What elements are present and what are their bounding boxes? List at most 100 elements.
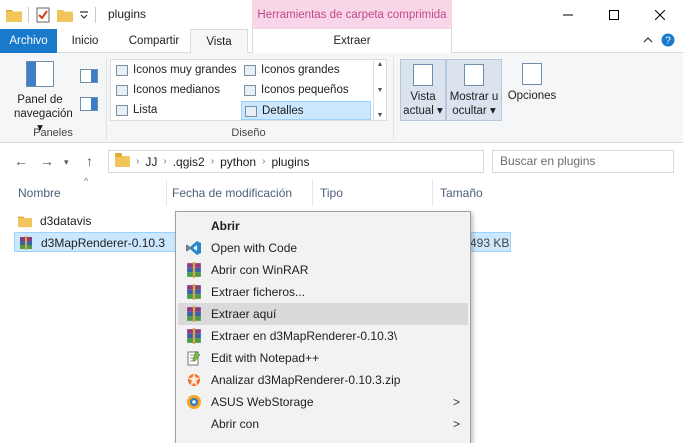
chevron-right-icon[interactable]: › bbox=[262, 156, 265, 167]
details-pane-icon[interactable] bbox=[80, 97, 98, 111]
tab-extraer[interactable]: Extraer bbox=[252, 29, 452, 53]
file-size: 493 KB bbox=[470, 236, 510, 250]
maximize-button[interactable] bbox=[591, 0, 637, 29]
navigation-pane-label-line1: Panel de bbox=[17, 94, 63, 106]
column-header-date[interactable]: Fecha de modificación bbox=[172, 180, 292, 206]
show-hide-icon bbox=[464, 64, 484, 86]
layout-label: Iconos muy grandes bbox=[133, 64, 237, 76]
show-hide-label-line2: ocultar ▾ bbox=[452, 105, 496, 117]
breadcrumb-python[interactable]: python bbox=[220, 155, 256, 169]
menu-item-label: Extraer aquí bbox=[211, 307, 277, 321]
layout-small-icons[interactable]: Iconos pequeños bbox=[241, 81, 349, 100]
layout-details[interactable]: Detalles bbox=[241, 101, 371, 120]
menu-item-label: Analizar d3MapRenderer-0.10.3.zip bbox=[211, 373, 401, 387]
menu-item-label: Abrir con WinRAR bbox=[211, 263, 309, 277]
svg-text:?: ? bbox=[665, 36, 671, 47]
up-arrow-icon[interactable]: ↑ bbox=[86, 153, 93, 169]
back-arrow-icon[interactable]: ← bbox=[14, 153, 28, 169]
layout-label: Iconos pequeños bbox=[261, 84, 349, 96]
layout-extra-large-icons[interactable]: Iconos muy grandes bbox=[113, 61, 237, 80]
divider[interactable] bbox=[432, 180, 433, 206]
recent-locations-chevron-icon[interactable]: ▾ bbox=[64, 157, 69, 168]
menu-item-extraer-en-carpeta[interactable]: Extraer en d3MapRenderer-0.10.3\ bbox=[178, 325, 468, 347]
search-input[interactable]: Buscar en plugins bbox=[492, 150, 674, 173]
preview-pane-icon[interactable] bbox=[80, 69, 98, 83]
current-view-label-line2: actual ▾ bbox=[403, 105, 443, 117]
column-header-type[interactable]: Tipo bbox=[320, 180, 343, 206]
collapse-ribbon-chevron-icon[interactable] bbox=[643, 36, 653, 44]
current-view-label-line1: Vista bbox=[410, 91, 436, 103]
breadcrumb-qgis2[interactable]: .qgis2 bbox=[173, 155, 205, 169]
large-icons-icon bbox=[244, 65, 256, 76]
divider[interactable] bbox=[166, 180, 167, 206]
divider[interactable] bbox=[312, 180, 313, 206]
layout-medium-icons[interactable]: Iconos medianos bbox=[113, 81, 220, 100]
menu-item-open-with-code[interactable]: Open with Code bbox=[178, 237, 468, 259]
close-icon bbox=[655, 9, 665, 20]
small-icons-icon bbox=[244, 85, 256, 96]
current-view-button[interactable]: Vista actual ▾ bbox=[400, 59, 446, 121]
menu-item-label: Extraer en d3MapRenderer-0.10.3\ bbox=[211, 329, 398, 343]
tab-archivo[interactable]: Archivo bbox=[0, 29, 57, 53]
breadcrumb-jj[interactable]: JJ bbox=[145, 155, 157, 169]
menu-item-abrir-con[interactable]: Abrir con > bbox=[178, 413, 468, 435]
title-bar: plugins Herramientas de carpeta comprimi… bbox=[0, 0, 683, 29]
winrar-icon bbox=[187, 284, 201, 300]
menu-item-abrir-con-winrar[interactable]: Abrir con WinRAR bbox=[178, 259, 468, 281]
window-controls bbox=[545, 0, 683, 29]
scroll-down-icon[interactable]: ▼ bbox=[377, 87, 384, 94]
show-hide-button[interactable]: Mostrar u ocultar ▾ bbox=[446, 59, 502, 121]
column-header-size[interactable]: Tamaño bbox=[440, 180, 483, 206]
menu-item-extraer-ficheros[interactable]: Extraer ficheros... bbox=[178, 281, 468, 303]
menu-item-label: Edit with Notepad++ bbox=[211, 351, 320, 365]
layout-gallery-scroll[interactable]: ▲ ▼ ▼ bbox=[373, 60, 386, 120]
chevron-right-icon[interactable]: › bbox=[211, 156, 214, 167]
navigation-pane-button[interactable]: Panel de navegación ▾ bbox=[14, 61, 73, 135]
close-button[interactable] bbox=[637, 0, 683, 29]
properties-icon[interactable] bbox=[35, 7, 51, 23]
winrar-archive-icon bbox=[20, 236, 32, 250]
file-name: d3datavis bbox=[40, 214, 92, 228]
layout-large-icons[interactable]: Iconos grandes bbox=[241, 61, 340, 80]
address-bar[interactable]: › JJ › .qgis2 › python › plugins bbox=[108, 150, 484, 173]
layout-gallery: Iconos muy grandes Iconos grandes Iconos… bbox=[110, 59, 387, 121]
layout-list[interactable]: Lista bbox=[113, 101, 157, 120]
contextual-tab-header: Herramientas de carpeta comprimida bbox=[252, 0, 452, 29]
divider bbox=[393, 57, 394, 139]
menu-item-label: ASUS WebStorage bbox=[211, 395, 314, 409]
breadcrumb-plugins[interactable]: plugins bbox=[271, 155, 309, 169]
menu-item-edit-with-notepad[interactable]: Edit with Notepad++ bbox=[178, 347, 468, 369]
ribbon-body: Panel de navegación ▾ Paneles Iconos muy… bbox=[0, 53, 683, 143]
tab-vista[interactable]: Vista bbox=[190, 29, 248, 54]
menu-item-asus-webstorage[interactable]: ASUS WebStorage > bbox=[178, 391, 468, 413]
chevron-right-icon[interactable]: › bbox=[163, 156, 166, 167]
menu-item-label: Open with Code bbox=[211, 241, 298, 255]
menu-item-analizar[interactable]: Analizar d3MapRenderer-0.10.3.zip bbox=[178, 369, 468, 391]
menu-item-label: Abrir bbox=[211, 219, 240, 233]
tab-compartir[interactable]: Compartir bbox=[118, 29, 190, 53]
chevron-right-icon[interactable]: › bbox=[136, 156, 139, 167]
customize-toolbar-chevron-icon[interactable] bbox=[79, 9, 89, 21]
minimize-button[interactable] bbox=[545, 0, 591, 29]
navigation-bar: ← → ▾ ↑ › JJ › .qgis2 › python › plugins… bbox=[0, 143, 683, 179]
column-header-name[interactable]: Nombre bbox=[18, 180, 61, 206]
folder-icon bbox=[18, 216, 32, 228]
tab-inicio[interactable]: Inicio bbox=[60, 29, 110, 53]
help-icon[interactable]: ? bbox=[661, 33, 675, 47]
layout-label: Lista bbox=[133, 104, 158, 116]
menu-item-abrir[interactable]: Abrir bbox=[178, 215, 468, 237]
menu-item-extraer-aqui[interactable]: Extraer aquí bbox=[178, 303, 468, 325]
list-icon bbox=[116, 105, 128, 116]
options-button[interactable]: Opciones bbox=[506, 59, 558, 121]
winrar-icon bbox=[187, 262, 201, 278]
layout-label: Detalles bbox=[262, 105, 304, 117]
expand-gallery-icon[interactable]: ▼ bbox=[377, 112, 384, 119]
scroll-up-icon[interactable]: ▲ bbox=[377, 61, 384, 68]
forward-arrow-icon[interactable]: → bbox=[40, 153, 54, 169]
layout-label: Iconos medianos bbox=[133, 84, 220, 96]
divider bbox=[28, 7, 29, 23]
new-folder-icon[interactable] bbox=[57, 8, 73, 22]
menu-item-label: Abrir con bbox=[211, 417, 260, 431]
navigation-pane-icon bbox=[26, 61, 54, 87]
window-title: plugins bbox=[108, 7, 147, 21]
